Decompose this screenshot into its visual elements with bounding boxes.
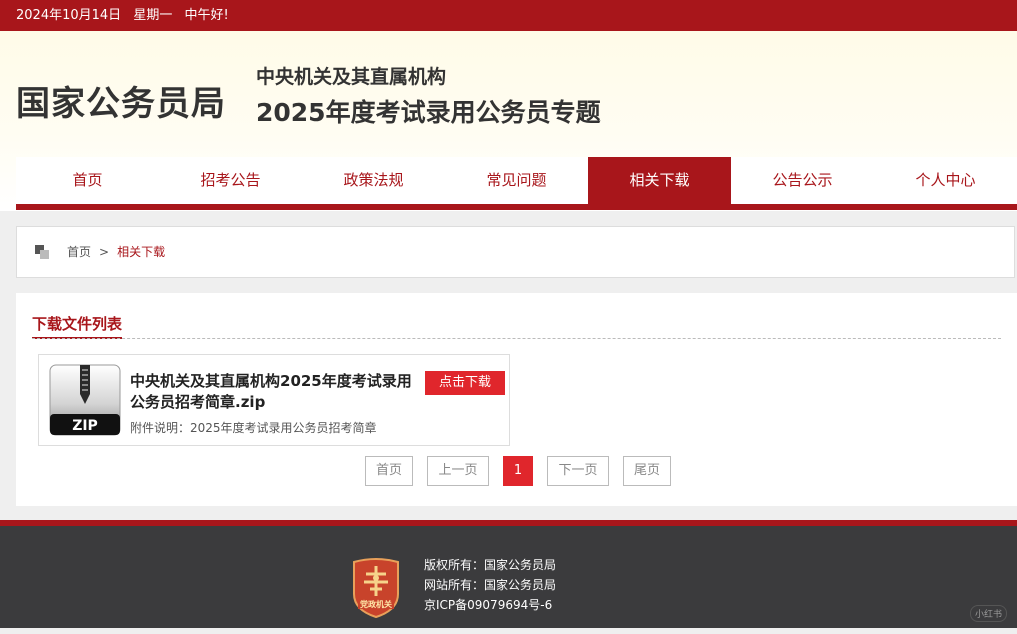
breadcrumb-current[interactable]: 相关下载 — [117, 245, 165, 259]
nav-underline — [16, 204, 1017, 210]
content-panel: 下载文件列表 ZIP 中央机关及其直属机构2025年度考试录用公务员招考简章.z… — [16, 293, 1017, 506]
site-footer: 党政机关 版权所有：国家公务员局 网站所有：国家公务员局 京ICP备090796… — [0, 526, 1017, 628]
pagination-last[interactable]: 尾页 — [623, 456, 671, 486]
file-name-link[interactable]: 中央机关及其直属机构2025年度考试录用公务员招考简章.zip — [130, 371, 415, 413]
file-card: ZIP 中央机关及其直属机构2025年度考试录用公务员招考简章.zip 附件说明… — [38, 354, 510, 446]
nav-item-notices[interactable]: 公告公示 — [731, 157, 874, 204]
greeting-text: 中午好! — [184, 8, 229, 23]
section-divider — [32, 338, 1001, 339]
nav-item-faq[interactable]: 常见问题 — [445, 157, 588, 204]
site-logo-title[interactable]: 国家公务员局 — [16, 76, 226, 125]
zip-icon-label: ZIP — [72, 418, 98, 434]
section-title: 下载文件列表 — [32, 313, 123, 339]
pagination-next[interactable]: 下一页 — [547, 456, 609, 486]
header-topic-title: 2025年度考试录用公务员专题 — [256, 98, 601, 127]
header-subtitle: 中央机关及其直属机构 — [256, 66, 447, 88]
file-description: 附件说明：2025年度考试录用公务员招考简章 — [130, 421, 377, 435]
badge-label: 党政机关 — [360, 599, 392, 609]
nav-item-downloads[interactable]: 相关下载 — [588, 157, 731, 204]
government-badge-icon[interactable]: 党政机关 — [350, 556, 402, 618]
zip-file-icon: ZIP — [49, 364, 121, 436]
breadcrumb-separator: > — [99, 245, 110, 259]
breadcrumb: 首页 > 相关下载 — [16, 226, 1015, 278]
breadcrumb-home-link[interactable]: 首页 — [67, 245, 91, 259]
nav-item-policies[interactable]: 政策法规 — [302, 157, 445, 204]
breadcrumb-squares-icon — [35, 245, 49, 259]
footer-site-owner: 网站所有：国家公务员局 — [424, 578, 557, 592]
pagination-page-current[interactable]: 1 — [503, 456, 533, 486]
pagination-first[interactable]: 首页 — [365, 456, 413, 486]
nav-item-personal-center[interactable]: 个人中心 — [874, 157, 1017, 204]
footer-copyright: 版权所有：国家公务员局 — [424, 558, 557, 572]
nav-item-home[interactable]: 首页 — [16, 157, 159, 204]
watermark-label: 小红书 — [969, 605, 1007, 622]
top-bar: 2024年10月14日 星期一 中午好! — [0, 0, 1017, 31]
footer-icp-link[interactable]: 京ICP备09079694号-6 — [424, 595, 556, 615]
nav-item-announcements[interactable]: 招考公告 — [159, 157, 302, 204]
pagination: 首页 上一页 1 下一页 尾页 — [365, 456, 671, 486]
pagination-prev[interactable]: 上一页 — [427, 456, 489, 486]
main-nav: 首页 招考公告 政策法规 常见问题 相关下载 公告公示 个人中心 — [16, 157, 1017, 204]
weekday-text: 星期一 — [133, 8, 173, 23]
date-text: 2024年10月14日 — [16, 8, 122, 23]
download-button[interactable]: 点击下载 — [425, 371, 505, 395]
